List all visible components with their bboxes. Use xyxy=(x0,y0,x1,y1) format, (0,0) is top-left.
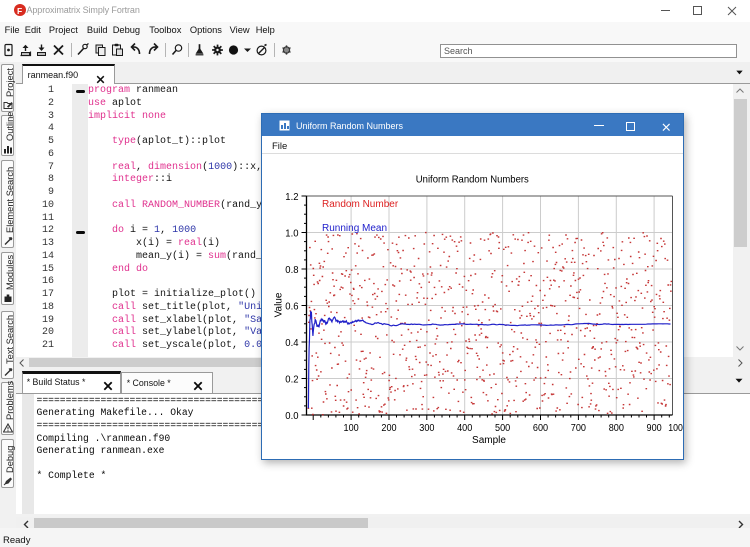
svg-text:0.2: 0.2 xyxy=(285,373,298,385)
svg-text:300: 300 xyxy=(419,422,434,434)
svg-text:Sample: Sample xyxy=(472,435,506,446)
svg-text:1.0: 1.0 xyxy=(285,227,298,239)
svg-text:1.2: 1.2 xyxy=(285,191,298,203)
svg-text:700: 700 xyxy=(571,422,586,434)
svg-text:900: 900 xyxy=(647,422,662,434)
svg-text:0.4: 0.4 xyxy=(285,337,298,349)
svg-text:600: 600 xyxy=(533,422,548,434)
svg-text:0.0: 0.0 xyxy=(285,410,298,422)
svg-text:100: 100 xyxy=(344,422,359,434)
svg-text:500: 500 xyxy=(495,422,510,434)
svg-text:Value: Value xyxy=(274,292,285,317)
svg-text:Running Mean: Running Mean xyxy=(322,223,387,234)
svg-text:0.8: 0.8 xyxy=(285,264,298,276)
svg-text:0.6: 0.6 xyxy=(285,300,298,312)
svg-text:800: 800 xyxy=(609,422,624,434)
svg-text:400: 400 xyxy=(457,422,472,434)
svg-text:200: 200 xyxy=(381,422,396,434)
svg-text:Random Number: Random Number xyxy=(322,199,399,210)
svg-text:Uniform Random Numbers: Uniform Random Numbers xyxy=(416,174,529,186)
svg-text:1000: 1000 xyxy=(668,422,683,434)
